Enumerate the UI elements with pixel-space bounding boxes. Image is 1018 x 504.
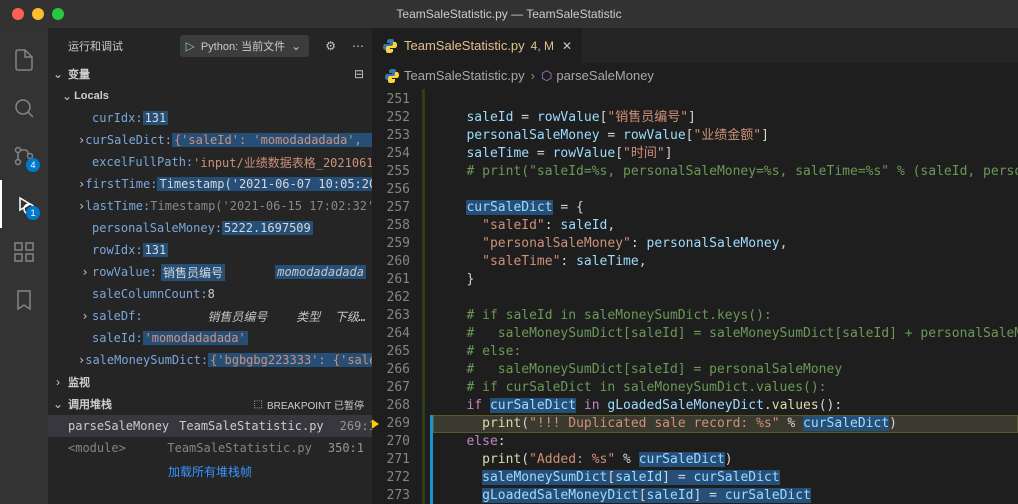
paused-reason: ⬚BREAKPOINT 已暂停 (253, 397, 364, 412)
scope-locals[interactable]: ⌄ Locals (48, 85, 372, 107)
python-icon (384, 68, 400, 84)
section-watch[interactable]: › 监视 (48, 371, 372, 393)
var-curSaleDict[interactable]: ›curSaleDict: {'saleId': 'momodadadada',… (48, 129, 372, 151)
scope-label: Locals (74, 90, 109, 102)
tab-file[interactable]: TeamSaleStatistic.py 4, M ✕ (372, 28, 583, 63)
stack-frame[interactable]: parseSaleMoney TeamSaleStatistic.py 269:… (48, 415, 372, 437)
source-control-icon[interactable]: 4 (0, 132, 48, 180)
section-label: 调用堆栈 (68, 396, 112, 412)
chevron-right-icon: › (50, 375, 66, 389)
debug-config-picker[interactable]: ▷ Python: 当前文件 ⌄ (180, 35, 310, 57)
traffic-lights (0, 8, 64, 20)
editor-body[interactable]: 2512522532542552562572582592602612622632… (372, 89, 1018, 504)
section-callstack[interactable]: ⌄ 调用堆栈 ⬚BREAKPOINT 已暂停 (48, 393, 372, 415)
var-rowIdx[interactable]: rowIdx: 131 (48, 239, 372, 261)
titlebar: TeamSaleStatistic.py — TeamSaleStatistic (0, 0, 1018, 28)
chevron-down-icon: ⌄ (291, 39, 301, 53)
var-excelFullPath[interactable]: excelFullPath: 'input/业绩数据表格_20210615.x… (48, 151, 372, 173)
var-saleId[interactable]: saleId: 'momodadadada' (48, 327, 372, 349)
fullscreen-window[interactable] (52, 8, 64, 20)
section-label: 监视 (68, 374, 90, 390)
var-saleDf[interactable]: ›saleDf:销售员编号 类型 下级… (48, 305, 372, 327)
breadcrumb-fn: parseSaleMoney (556, 68, 654, 83)
collapse-icon[interactable]: ⊟ (354, 67, 364, 81)
section-label: 变量 (68, 66, 90, 82)
tab-filename: TeamSaleStatistic.py (404, 38, 525, 53)
play-icon: ▷ (186, 39, 195, 53)
code-area[interactable]: saleId = rowValue["销售员编号"] personalSaleM… (433, 89, 1018, 504)
editor-tabs: TeamSaleStatistic.py 4, M ✕ (372, 28, 1018, 63)
stack-frame[interactable]: <module> TeamSaleStatistic.py 350:1 (48, 437, 372, 459)
close-icon[interactable]: ✕ (562, 39, 572, 53)
var-saleMoneySumDict[interactable]: ›saleMoneySumDict: {'bgbgbg223333': {'sa… (48, 349, 372, 371)
tab-modified: 4, M (531, 39, 554, 53)
sidebar-title: 运行和调试 (68, 38, 123, 54)
section-variables[interactable]: ⌄ 变量 ⊟ (48, 63, 372, 85)
var-firstTime[interactable]: ›firstTime: Timestamp('2021-06-07 10:05:… (48, 173, 372, 195)
more-icon[interactable]: ⋯ (352, 39, 364, 53)
scm-badge: 4 (26, 158, 40, 172)
editor-group: TeamSaleStatistic.py 4, M ✕ TeamSaleStat… (372, 28, 1018, 504)
window-title: TeamSaleStatistic.py — TeamSaleStatistic (396, 7, 621, 21)
gutter[interactable]: 2512522532542552562572582592602612622632… (372, 89, 422, 504)
mod-bar (430, 89, 433, 504)
chevron-down-icon: ⌄ (62, 89, 72, 103)
search-icon[interactable] (0, 84, 48, 132)
extensions-icon[interactable] (0, 228, 48, 276)
breadcrumb-file: TeamSaleStatistic.py (404, 68, 525, 83)
method-icon: ⬡ (541, 68, 552, 84)
debug-sidebar: 运行和调试 ▷ Python: 当前文件 ⌄ ⚙ ⋯ ⌄ 变量 ⊟ ⌄ Loca… (48, 28, 372, 504)
minimize-window[interactable] (32, 8, 44, 20)
chevron-down-icon: ⌄ (50, 67, 66, 81)
fold-bar (422, 89, 430, 504)
run-debug-icon[interactable]: 1 (0, 180, 48, 228)
var-rowValue[interactable]: ›rowValue: 销售员编号momodadadada (48, 261, 372, 283)
explorer-icon[interactable] (0, 36, 48, 84)
debug-badge: 1 (26, 206, 40, 220)
bug-icon: ⬚ (253, 399, 262, 410)
bookmark-icon[interactable] (0, 276, 48, 324)
activity-bar: 4 1 (0, 28, 48, 504)
load-all-frames[interactable]: 加载所有堆栈帧 (48, 459, 372, 484)
var-lastTime[interactable]: ›lastTime: Timestamp('2021-06-15 17:02:3… (48, 195, 372, 217)
breadcrumbs[interactable]: TeamSaleStatistic.py › ⬡ parseSaleMoney (372, 63, 1018, 89)
chevron-right-icon: › (531, 68, 535, 83)
python-icon (382, 38, 398, 54)
var-personalSaleMoney[interactable]: personalSaleMoney: 5222.1697509 (48, 217, 372, 239)
var-saleColumnCount[interactable]: saleColumnCount: 8 (48, 283, 372, 305)
debug-config-label: Python: 当前文件 (201, 38, 285, 54)
close-window[interactable] (12, 8, 24, 20)
var-curIdx[interactable]: curIdx: 131 (48, 107, 372, 129)
gear-icon[interactable]: ⚙ (325, 39, 336, 53)
chevron-down-icon: ⌄ (50, 397, 66, 411)
